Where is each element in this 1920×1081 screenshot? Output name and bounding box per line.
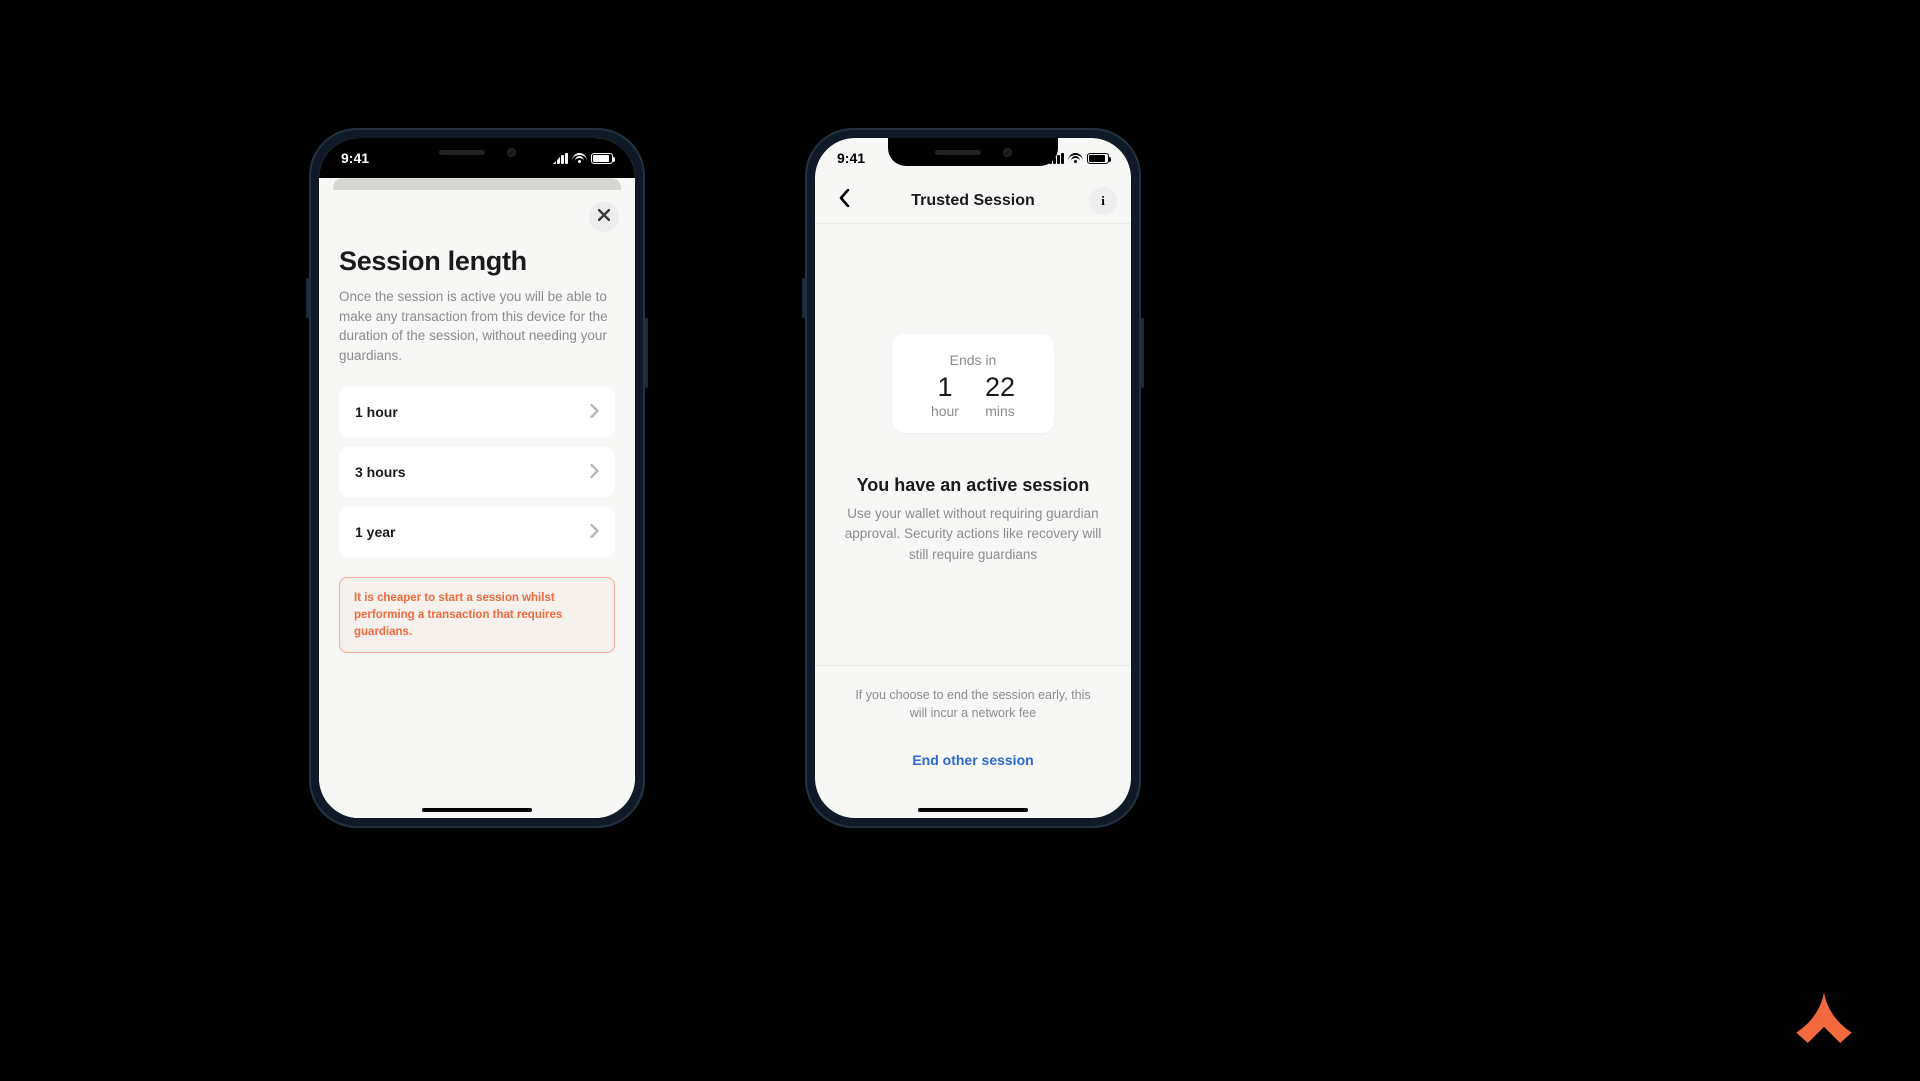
option-label: 1 hour [355, 404, 398, 420]
footer-divider [815, 665, 1131, 666]
phone-mockup-right: 9:41 Trusted Session i [805, 128, 1141, 828]
option-label: 3 hours [355, 464, 406, 480]
home-indicator [422, 808, 532, 812]
close-icon [598, 208, 610, 226]
status-icons [1049, 153, 1109, 164]
status-time: 9:41 [837, 150, 865, 166]
sheet-title: Session length [339, 246, 615, 277]
countdown-mins: 22 mins [985, 374, 1015, 419]
trusted-session-body: Ends in 1 hour 22 mins You have an activ… [815, 224, 1131, 818]
battery-icon [591, 153, 613, 164]
front-camera [507, 148, 516, 157]
active-session-description: Use your wallet without requiring guardi… [839, 504, 1107, 565]
phone-screen-left: 9:41 Session length Once the session is … [319, 138, 635, 818]
home-indicator [918, 808, 1028, 812]
status-icons [553, 153, 613, 164]
session-option-1-hour[interactable]: 1 hour [339, 387, 615, 437]
session-length-sheet: Session length Once the session is activ… [319, 190, 635, 818]
countdown-hour-value: 1 [931, 374, 959, 401]
argent-logo-icon [1794, 991, 1854, 1043]
footer-note: If you choose to end the session early, … [845, 686, 1101, 724]
back-button[interactable] [831, 188, 857, 214]
stage: 9:41 Session length Once the session is … [0, 0, 1920, 1081]
phone-notch [888, 138, 1058, 166]
session-option-1-year[interactable]: 1 year [339, 507, 615, 557]
speaker-grill [439, 150, 485, 155]
nav-bar: Trusted Session i [815, 178, 1131, 224]
chevron-right-icon [590, 524, 599, 541]
active-session-heading: You have an active session [835, 475, 1111, 496]
countdown-mins-unit: mins [985, 403, 1015, 419]
wifi-icon [1068, 153, 1083, 164]
chevron-right-icon [590, 464, 599, 481]
status-time: 9:41 [341, 150, 369, 166]
phone-notch [392, 138, 562, 166]
info-note: It is cheaper to start a session whilst … [339, 577, 615, 653]
info-icon: i [1101, 193, 1105, 209]
chevron-right-icon [590, 404, 599, 421]
countdown-mins-value: 22 [985, 374, 1015, 401]
info-button[interactable]: i [1089, 187, 1117, 215]
chevron-left-icon [839, 189, 850, 212]
speaker-grill [935, 150, 981, 155]
ends-in-label: Ends in [902, 352, 1044, 368]
countdown-row: 1 hour 22 mins [902, 374, 1044, 419]
sheet-intro: Once the session is active you will be a… [339, 287, 615, 365]
screen-title: Trusted Session [911, 192, 1035, 210]
close-button[interactable] [589, 202, 619, 232]
countdown-hour-unit: hour [931, 403, 959, 419]
wifi-icon [572, 153, 587, 164]
front-camera [1003, 148, 1012, 157]
battery-icon [1087, 153, 1109, 164]
countdown-hours: 1 hour [931, 374, 959, 419]
end-session-link[interactable]: End other session [815, 752, 1131, 768]
session-option-3-hours[interactable]: 3 hours [339, 447, 615, 497]
phone-screen-right: 9:41 Trusted Session i [815, 138, 1131, 818]
phone-mockup-left: 9:41 Session length Once the session is … [309, 128, 645, 828]
option-label: 1 year [355, 524, 395, 540]
countdown-card: Ends in 1 hour 22 mins [892, 334, 1054, 433]
